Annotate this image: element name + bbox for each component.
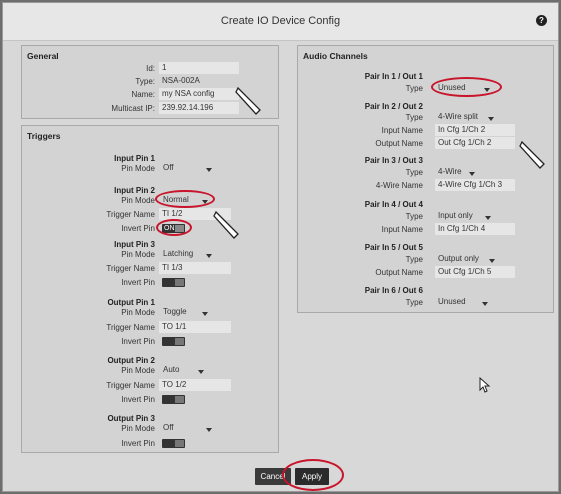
input-pin1-mode-label: Pin Mode — [121, 164, 155, 173]
output-pin1-mode-label: Pin Mode — [121, 308, 155, 317]
toggle-knob — [175, 440, 184, 447]
dialog-titlebar: Create IO Device Config ? — [3, 3, 558, 41]
input-pin3-trigger-name-field[interactable]: TI 1/3 — [159, 262, 231, 274]
chevron-down-icon — [482, 302, 488, 306]
type-value: NSA-002A — [162, 76, 200, 85]
highlight-ring-invert — [156, 219, 192, 236]
pair3-header: Pair In 3 / Out 3 — [364, 156, 423, 165]
pair2-output-name-label: Output Name — [375, 139, 423, 148]
audio-channels-panel: Audio Channels Pair In 1 / Out 1 Type Un… — [297, 45, 554, 313]
chevron-down-icon — [202, 312, 208, 316]
pair2-input-name-field[interactable]: In Cfg 1/Ch 2 — [435, 124, 515, 136]
chevron-down-icon — [206, 254, 212, 258]
pair6-type-label: Type — [405, 298, 423, 307]
general-panel: General Id: 1 Type: NSA-002A Name: my NS… — [21, 45, 279, 119]
input-pin3-mode-label: Pin Mode — [121, 250, 155, 259]
output-pin3-invert-toggle[interactable] — [162, 439, 185, 448]
name-field[interactable]: my NSA config — [159, 88, 239, 100]
dialog-title: Create IO Device Config — [220, 15, 341, 27]
output-pin1-trigger-name-field[interactable]: TO 1/1 — [159, 321, 231, 333]
chevron-down-icon — [469, 172, 475, 176]
pair4-header: Pair In 4 / Out 4 — [364, 200, 423, 209]
pair4-input-name-label: Input Name — [381, 225, 423, 234]
output-pin1-invert-toggle[interactable] — [162, 337, 185, 346]
pair1-header: Pair In 1 / Out 1 — [364, 72, 423, 81]
pair2-header: Pair In 2 / Out 2 — [364, 102, 423, 111]
create-io-device-config-dialog: Create IO Device Config ? General Id: 1 … — [2, 2, 559, 492]
output-pin2-trigger-name-label: Trigger Name — [106, 381, 155, 390]
chevron-down-icon — [198, 370, 204, 374]
pair3-wire-name-field[interactable]: 4-Wire Cfg 1/Ch 3 — [435, 179, 515, 191]
output-pin1-header: Output Pin 1 — [107, 298, 155, 307]
chevron-down-icon — [485, 216, 491, 220]
pair5-type-label: Type — [405, 255, 423, 264]
pair5-output-name-label: Output Name — [375, 268, 423, 277]
pair3-type-label: Type — [405, 168, 423, 177]
id-field[interactable]: 1 — [159, 62, 239, 74]
mouse-pointer-icon — [479, 377, 491, 393]
highlight-ring-pin-mode — [155, 190, 215, 208]
output-pin2-header: Output Pin 2 — [107, 356, 155, 365]
pen-cursor-icon — [519, 140, 545, 169]
id-label: Id: — [146, 64, 155, 73]
multicast-ip-label: Multicast IP: — [111, 104, 155, 113]
toggle-knob — [175, 396, 184, 403]
pen-cursor-icon — [213, 210, 239, 239]
pair3-wire-name-label: 4-Wire Name — [375, 181, 423, 190]
pair1-type-label: Type — [405, 84, 423, 93]
pair6-header: Pair In 6 / Out 6 — [364, 286, 423, 295]
input-pin2-invert-label: Invert Pin — [121, 224, 155, 233]
toggle-knob — [175, 279, 184, 286]
output-pin1-trigger-name-label: Trigger Name — [106, 323, 155, 332]
input-pin3-invert-label: Invert Pin — [121, 278, 155, 287]
pair4-type-label: Type — [405, 212, 423, 221]
triggers-title: Triggers — [27, 131, 61, 141]
input-pin3-trigger-name-label: Trigger Name — [106, 264, 155, 273]
input-pin1-header: Input Pin 1 — [114, 154, 155, 163]
output-pin2-mode-select[interactable]: Auto — [160, 364, 220, 376]
pair2-type-select[interactable]: 4-Wire split — [435, 111, 507, 123]
output-pin3-invert-label: Invert Pin — [121, 439, 155, 448]
output-pin1-invert-label: Invert Pin — [121, 337, 155, 346]
pair5-header: Pair In 5 / Out 5 — [364, 243, 423, 252]
output-pin3-header: Output Pin 3 — [107, 414, 155, 423]
triggers-panel: Triggers Input Pin 1 Pin Mode Off Input … — [21, 125, 279, 453]
chevron-down-icon — [488, 117, 494, 121]
output-pin2-trigger-name-field[interactable]: TO 1/2 — [159, 379, 231, 391]
chevron-down-icon — [489, 259, 495, 263]
output-pin2-invert-toggle[interactable] — [162, 395, 185, 404]
pair2-output-name-field[interactable]: Out Cfg 1/Ch 2 — [435, 137, 515, 149]
pair5-output-name-field[interactable]: Out Cfg 1/Ch 5 — [435, 266, 515, 278]
output-pin1-mode-select[interactable]: Toggle — [160, 306, 220, 318]
toggle-knob — [175, 338, 184, 345]
pen-cursor-icon — [235, 86, 261, 115]
pair4-type-select[interactable]: Input only — [435, 210, 503, 222]
input-pin2-header: Input Pin 2 — [114, 186, 155, 195]
input-pin2-mode-label: Pin Mode — [121, 196, 155, 205]
name-label: Name: — [131, 90, 155, 99]
output-pin2-invert-label: Invert Pin — [121, 395, 155, 404]
type-label: Type: — [135, 77, 155, 86]
input-pin3-header: Input Pin 3 — [114, 240, 155, 249]
input-pin2-trigger-name-label: Trigger Name — [106, 210, 155, 219]
help-icon[interactable]: ? — [536, 15, 547, 26]
chevron-down-icon — [206, 168, 212, 172]
pair6-type-select[interactable]: Unused — [435, 296, 503, 308]
pair4-input-name-field[interactable]: In Cfg 1/Ch 4 — [435, 223, 515, 235]
input-pin3-invert-toggle[interactable] — [162, 278, 185, 287]
multicast-ip-field[interactable]: 239.92.14.196 — [159, 102, 239, 114]
audio-channels-title: Audio Channels — [303, 51, 368, 61]
pair2-input-name-label: Input Name — [381, 126, 423, 135]
general-title: General — [27, 51, 59, 61]
highlight-ring-apply — [282, 459, 344, 491]
highlight-ring-pair1-type — [431, 77, 502, 97]
chevron-down-icon — [206, 428, 212, 432]
output-pin3-mode-label: Pin Mode — [121, 424, 155, 433]
output-pin2-mode-label: Pin Mode — [121, 366, 155, 375]
pair2-type-label: Type — [405, 113, 423, 122]
